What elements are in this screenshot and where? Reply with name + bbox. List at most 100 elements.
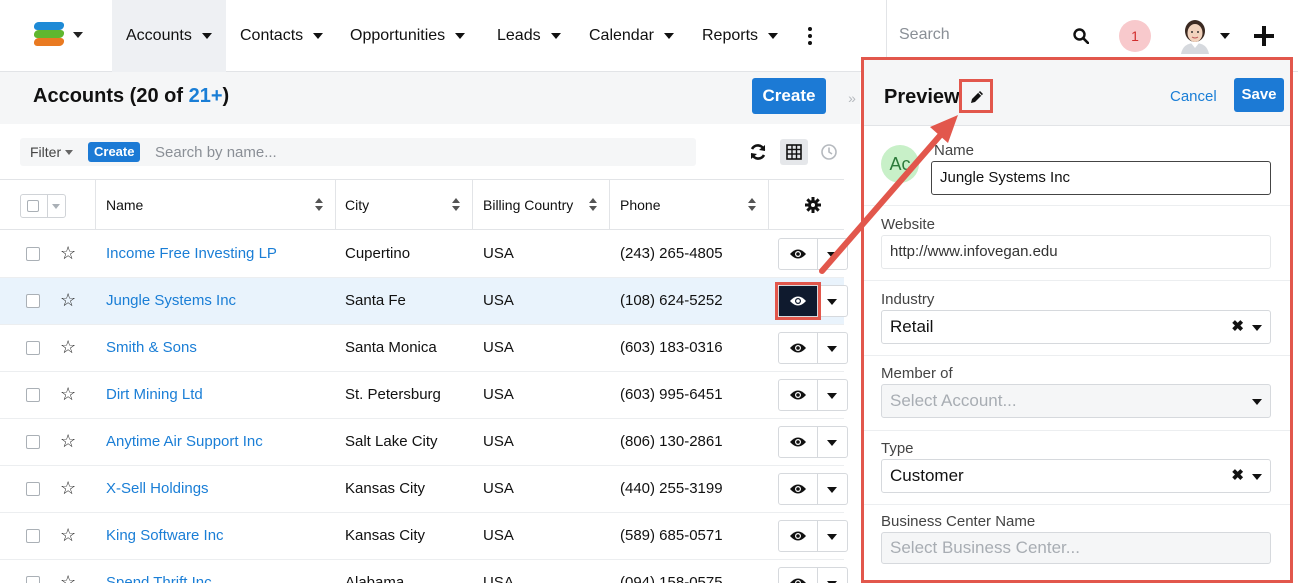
sort-icon[interactable] — [452, 198, 460, 212]
table-row[interactable]: ☆ Dirt Mining Ltd St. Petersburg USA (60… — [0, 372, 848, 419]
preview-panel: Preview Cancel Save Ac Name Jungle Syste… — [861, 57, 1293, 583]
gear-icon[interactable] — [805, 197, 821, 213]
chevron-down-icon[interactable] — [1252, 474, 1262, 480]
country-cell: USA — [483, 339, 514, 356]
row-checkbox[interactable] — [26, 294, 40, 308]
row-checkbox[interactable] — [26, 388, 40, 402]
sort-icon[interactable] — [589, 198, 597, 212]
tab-accounts[interactable]: Accounts — [112, 0, 226, 72]
type-select[interactable]: Customer ✖ — [881, 459, 1271, 493]
industry-select[interactable]: Retail ✖ — [881, 310, 1271, 344]
tab-contacts[interactable]: Contacts — [240, 0, 324, 72]
create-filter-button[interactable]: Create — [88, 142, 141, 162]
favorite-star-icon[interactable]: ☆ — [60, 478, 76, 499]
row-checkbox[interactable] — [26, 435, 40, 449]
sort-icon[interactable] — [315, 198, 323, 212]
list-view-toggle[interactable] — [780, 139, 808, 165]
create-button[interactable]: Create — [752, 78, 826, 114]
row-actions-dropdown-icon[interactable] — [827, 393, 837, 399]
tab-leads[interactable]: Leads — [497, 0, 561, 72]
favorite-star-icon[interactable]: ☆ — [60, 337, 76, 358]
select-all-checkbox[interactable] — [20, 194, 66, 218]
app-logo-menu[interactable] — [30, 20, 90, 50]
notification-badge[interactable]: 1 — [1119, 20, 1151, 52]
favorite-star-icon[interactable]: ☆ — [60, 290, 76, 311]
column-header-name[interactable]: Name — [106, 180, 143, 230]
table-row[interactable]: ☆ Smith & Sons Santa Monica USA (603) 18… — [0, 325, 848, 372]
row-checkbox[interactable] — [26, 247, 40, 261]
name-field[interactable]: Jungle Systems Inc — [931, 161, 1271, 195]
search-icon[interactable] — [1073, 28, 1089, 44]
row-checkbox[interactable] — [26, 576, 40, 583]
tab-opportunities[interactable]: Opportunities — [350, 0, 466, 72]
table-row[interactable]: ☆ King Software Inc Kansas City USA (589… — [0, 513, 848, 560]
chevron-down-icon[interactable] — [1252, 325, 1262, 331]
country-cell: USA — [483, 245, 514, 262]
table-row[interactable]: ☆ Income Free Investing LP Cupertino USA… — [0, 231, 848, 278]
preview-button[interactable] — [779, 380, 817, 410]
eye-icon — [790, 531, 806, 541]
preview-button[interactable] — [779, 521, 817, 551]
clear-icon[interactable]: ✖ — [1231, 311, 1244, 343]
table-row[interactable]: ☆ X-Sell Holdings Kansas City USA (440) … — [0, 466, 848, 513]
filter-dropdown[interactable]: Filter — [30, 144, 74, 160]
column-header-city[interactable]: City — [345, 180, 369, 230]
account-name-link[interactable]: Jungle Systems Inc — [106, 292, 236, 309]
favorite-star-icon[interactable]: ☆ — [60, 431, 76, 452]
account-avatar: Ac — [881, 145, 919, 183]
account-name-link[interactable]: Dirt Mining Ltd — [106, 386, 203, 403]
row-actions-dropdown-icon[interactable] — [827, 534, 837, 540]
collapse-panel-icon[interactable]: » — [844, 72, 860, 124]
favorite-star-icon[interactable]: ☆ — [60, 384, 76, 405]
table-row[interactable]: ☆ Spend Thrift Inc Alabama USA (094) 158… — [0, 560, 848, 583]
total-count-link[interactable]: 21+ — [189, 85, 223, 107]
user-avatar[interactable] — [1177, 16, 1213, 54]
chevron-down-icon[interactable] — [1252, 399, 1262, 405]
more-menu-icon[interactable] — [800, 26, 820, 46]
account-name-link[interactable]: Income Free Investing LP — [106, 245, 277, 262]
tab-reports[interactable]: Reports — [702, 0, 779, 72]
row-checkbox[interactable] — [26, 482, 40, 496]
sort-icon[interactable] — [748, 198, 756, 212]
tab-calendar[interactable]: Calendar — [589, 0, 674, 72]
search-input[interactable]: Search — [899, 26, 950, 44]
account-name-link[interactable]: King Software Inc — [106, 527, 224, 544]
account-name-link[interactable]: Anytime Air Support Inc — [106, 433, 263, 450]
column-header-phone[interactable]: Phone — [620, 180, 660, 230]
row-actions-dropdown-icon[interactable] — [827, 252, 837, 258]
table-row[interactable]: ☆ Anytime Air Support Inc Salt Lake City… — [0, 419, 848, 466]
favorite-star-icon[interactable]: ☆ — [60, 572, 76, 583]
quick-create-plus-icon[interactable] — [1254, 26, 1274, 46]
account-name-link[interactable]: Spend Thrift Inc — [106, 574, 212, 583]
clear-icon[interactable]: ✖ — [1231, 460, 1244, 492]
phone-cell: (243) 265-4805 — [620, 245, 723, 262]
search-by-name-input[interactable]: Search by name... — [155, 144, 277, 161]
row-actions-dropdown-icon[interactable] — [827, 487, 837, 493]
preview-button[interactable] — [779, 474, 817, 504]
chevron-down-icon[interactable] — [1220, 33, 1230, 39]
activity-stream-clock-icon[interactable] — [819, 142, 839, 162]
business-center-select[interactable]: Select Business Center... — [881, 532, 1271, 564]
cancel-button[interactable]: Cancel — [1170, 88, 1217, 105]
website-field[interactable]: http://www.infovegan.edu — [881, 235, 1271, 269]
preview-button[interactable] — [779, 239, 817, 269]
row-actions-dropdown-icon[interactable] — [827, 299, 837, 305]
row-actions-dropdown-icon[interactable] — [827, 440, 837, 446]
member-of-select[interactable]: Select Account... — [881, 384, 1271, 418]
country-cell: USA — [483, 527, 514, 544]
preview-button[interactable] — [779, 427, 817, 457]
row-actions-dropdown-icon[interactable] — [827, 346, 837, 352]
edit-button[interactable] — [959, 79, 993, 113]
favorite-star-icon[interactable]: ☆ — [60, 243, 76, 264]
account-name-link[interactable]: Smith & Sons — [106, 339, 197, 356]
refresh-icon[interactable] — [748, 142, 768, 162]
column-header-billing-country[interactable]: Billing Country — [483, 180, 573, 230]
favorite-star-icon[interactable]: ☆ — [60, 525, 76, 546]
account-name-link[interactable]: X-Sell Holdings — [106, 480, 209, 497]
preview-button[interactable] — [779, 568, 817, 583]
row-checkbox[interactable] — [26, 529, 40, 543]
preview-button[interactable] — [779, 333, 817, 363]
table-row-selected[interactable]: ☆ Jungle Systems Inc Santa Fe USA (108) … — [0, 278, 848, 325]
row-checkbox[interactable] — [26, 341, 40, 355]
save-button[interactable]: Save — [1234, 78, 1284, 112]
